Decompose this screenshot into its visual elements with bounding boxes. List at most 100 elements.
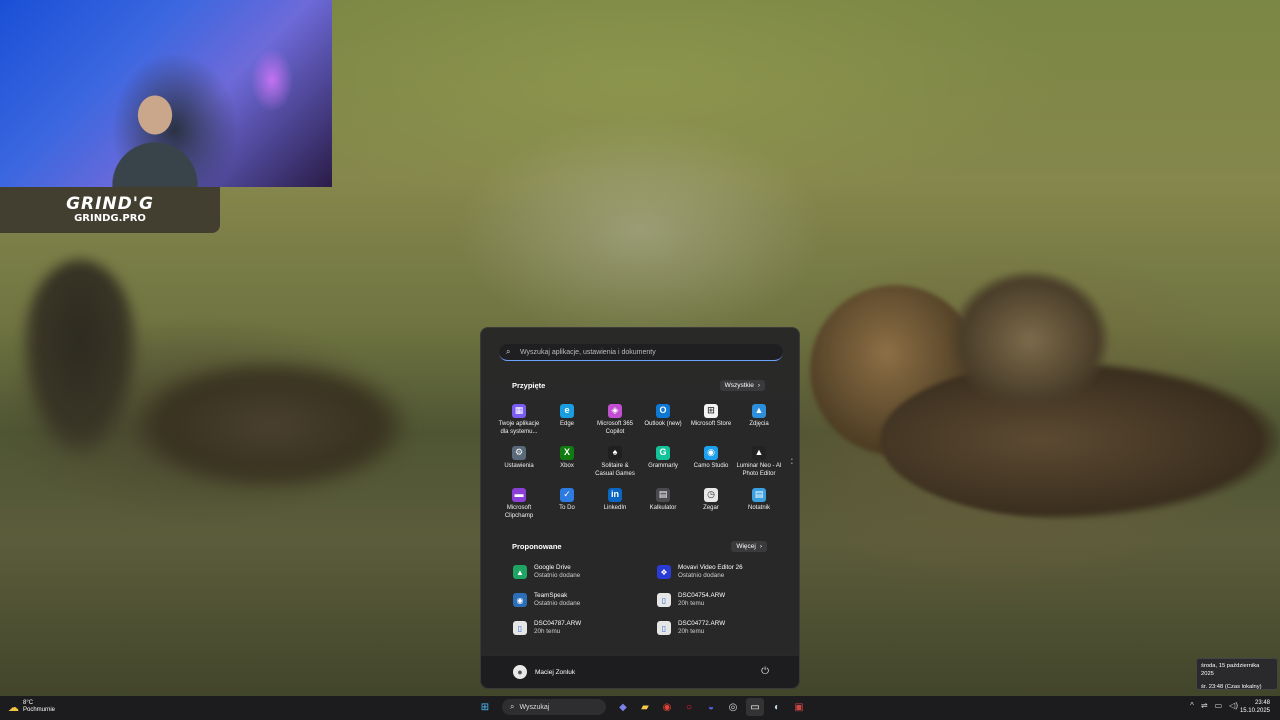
recommended-item[interactable]: ❖ Movavi Video Editor 26 Ostatnio dodane xyxy=(657,562,797,582)
taskbar-search-box[interactable]: ⌕ Wyszukaj xyxy=(502,699,606,715)
search-icon: ⌕ xyxy=(510,702,515,711)
recommended-item-name: TeamSpeak xyxy=(534,592,568,599)
weather-widget[interactable]: ☁ 8°C Pochmurnie xyxy=(8,700,55,714)
opera-icon[interactable]: ○ xyxy=(680,698,698,716)
edge-icon: e xyxy=(560,404,574,418)
pinned-app-label: Solitaire & Casual Games xyxy=(595,463,635,477)
pinned-app[interactable]: X Xbox xyxy=(544,446,590,471)
user-name[interactable]: Maciej Zonluk xyxy=(535,669,575,676)
pinned-app-label: Zegar xyxy=(703,505,719,511)
pinned-app-label: Twoje aplikacje dla systemu... xyxy=(498,421,540,435)
pinned-app-label: Microsoft 365 Copilot xyxy=(596,421,633,435)
pinned-app[interactable]: ▤ Notatnik xyxy=(736,488,782,513)
recommended-item-subtitle: Ostatnio dodane xyxy=(534,572,581,579)
network-icon[interactable]: ⇌ xyxy=(1201,701,1208,710)
all-apps-button[interactable]: Wszystkie › xyxy=(719,380,765,391)
luminar-icon: ▲ xyxy=(752,446,766,460)
photos-icon: ▲ xyxy=(752,404,766,418)
game-app-icon[interactable]: ▣ xyxy=(790,698,808,716)
pinned-app[interactable]: ⚙ Ustawienia xyxy=(496,446,542,471)
pinned-app-label: Kalkulator xyxy=(649,505,677,511)
pinned-app[interactable]: ▦ Twoje aplikacje dla systemu... xyxy=(496,404,542,436)
file-icon: ▯ xyxy=(513,621,527,635)
pinned-app[interactable]: O Outlook (new) xyxy=(640,404,686,429)
chevron-up-icon[interactable]: ^ xyxy=(1190,701,1194,710)
pinned-app-label: Luminar Neo - AI Photo Editor xyxy=(736,463,782,477)
pinned-app[interactable]: ▬ Microsoft Clipchamp xyxy=(496,488,542,520)
outlook-icon: O xyxy=(656,404,670,418)
pinned-app[interactable]: G Grammarly xyxy=(640,446,686,471)
clock-tooltip: środa, 15 października 2025 śr. 23:48 (C… xyxy=(1196,658,1278,690)
more-recommended-button[interactable]: Więcej › xyxy=(731,541,767,552)
notepad-icon: ▤ xyxy=(752,488,766,502)
cloudy-weather-icon: ☁ xyxy=(8,701,19,714)
clock-icon: ◷ xyxy=(704,488,718,502)
pinned-app[interactable]: ◷ Zegar xyxy=(688,488,734,513)
recommended-item[interactable]: ▲ Google Drive Ostatnio dodane xyxy=(513,562,653,582)
pinned-app-label: Edge xyxy=(559,421,574,427)
file-explorer-icon[interactable]: ▰ xyxy=(636,698,654,716)
start-search-input[interactable]: ⌕ Wyszukaj aplikacje, ustawienia i dokum… xyxy=(499,344,783,361)
terminal-icon[interactable]: ▭ xyxy=(746,698,764,716)
pinned-app[interactable]: ▲ Zdjęcia xyxy=(736,404,782,429)
pinned-app[interactable]: ◈ Microsoft 365 Copilot xyxy=(592,404,638,436)
pinned-app-label: LinkedIn xyxy=(603,505,627,511)
recommended-item[interactable]: ▯ DSC04772.ARW 20h temu xyxy=(657,618,797,638)
recommended-item-subtitle: 20h temu xyxy=(534,628,561,635)
teamspeak-icon: ◉ xyxy=(513,593,527,607)
chrome-icon[interactable]: ◉ xyxy=(658,698,676,716)
recommended-item[interactable]: ◉ TeamSpeak Ostatnio dodane xyxy=(513,590,653,610)
recommended-item[interactable]: ▯ DSC04787.ARW 20h temu xyxy=(513,618,653,638)
pinned-app[interactable]: ⊞ Microsoft Store xyxy=(688,404,734,429)
pinned-app[interactable]: ▲ Luminar Neo - AI Photo Editor xyxy=(736,446,782,478)
pinned-app[interactable]: ◉ Camo Studio xyxy=(688,446,734,471)
pinned-app[interactable]: in LinkedIn xyxy=(592,488,638,513)
user-avatar-icon[interactable]: ● xyxy=(513,665,527,679)
tooltip-date: środa, 15 października 2025 xyxy=(1201,663,1260,677)
volume-icon[interactable]: ◁) xyxy=(1229,701,1238,710)
recommended-item-name: DSC04754.ARW xyxy=(678,592,726,599)
recommended-item-subtitle: 20h temu xyxy=(678,628,705,635)
chevron-right-icon: › xyxy=(759,543,762,550)
teams-icon[interactable]: ◆ xyxy=(614,698,632,716)
display-icon[interactable]: ▭ xyxy=(1215,701,1223,710)
pinned-app[interactable]: e Edge xyxy=(544,404,590,429)
google-drive-icon: ▲ xyxy=(513,565,527,579)
pinned-app-label: Grammarly xyxy=(648,463,678,469)
wallpaper-duck-left xyxy=(20,260,140,460)
pinned-app-label: Ustawienia xyxy=(504,463,534,469)
chevron-right-icon: › xyxy=(757,382,760,389)
page-dots-icon[interactable]: • • xyxy=(791,458,793,467)
pinned-app[interactable]: ▤ Kalkulator xyxy=(640,488,686,513)
xbox-icon: X xyxy=(560,446,574,460)
start-footer: ● Maciej Zonluk ⏻ xyxy=(481,655,799,688)
streamer-logo: GRIND'G GRINDG.PRO xyxy=(0,187,220,233)
pinned-app[interactable]: ✓ To Do xyxy=(544,488,590,513)
taskbar: ☁ 8°C Pochmurnie ⊞ ⌕ Wyszukaj ◆ ▰ ◉ ○ ◒ … xyxy=(0,696,1280,720)
app-icon[interactable]: ◎ xyxy=(724,698,742,716)
phone-link-icon: ▦ xyxy=(512,404,526,418)
clock-date: 15.10.2025 xyxy=(1239,708,1270,714)
taskbar-clock[interactable]: 23:48 15.10.2025 xyxy=(1240,699,1270,715)
recommended-title: Proponowane xyxy=(512,542,562,551)
taskbar-apps: ⊞ ⌕ Wyszukaj ◆ ▰ ◉ ○ ◒ ◎ ▭ ◐ ▣ xyxy=(476,698,808,716)
grammarly-icon: G xyxy=(656,446,670,460)
discord-icon[interactable]: ◒ xyxy=(702,698,720,716)
power-icon[interactable]: ⏻ xyxy=(761,666,769,677)
recommended-item-name: DSC04772.ARW xyxy=(678,620,726,627)
store-icon: ⊞ xyxy=(704,404,718,418)
pinned-app-label: Microsoft Clipchamp xyxy=(504,505,534,519)
pinned-title: Przypięte xyxy=(512,381,546,390)
streamer-figure xyxy=(95,75,215,187)
recommended-item-subtitle: Ostatnio dodane xyxy=(678,572,725,579)
decor-lights xyxy=(240,30,305,130)
clock-time: 23:48 xyxy=(1254,700,1270,706)
steam-icon[interactable]: ◐ xyxy=(768,698,786,716)
system-tray: ^ ⇌ ▭ ◁) xyxy=(1190,701,1238,710)
pinned-app-label: Xbox xyxy=(560,463,574,469)
windows-start-icon[interactable]: ⊞ xyxy=(476,698,494,716)
recommended-item-name: DSC04787.ARW xyxy=(534,620,582,627)
recommended-item[interactable]: ▯ DSC04754.ARW 20h temu xyxy=(657,590,797,610)
pinned-app[interactable]: ♠ Solitaire & Casual Games xyxy=(592,446,638,478)
logo-main-text: GRIND'G xyxy=(66,194,154,214)
